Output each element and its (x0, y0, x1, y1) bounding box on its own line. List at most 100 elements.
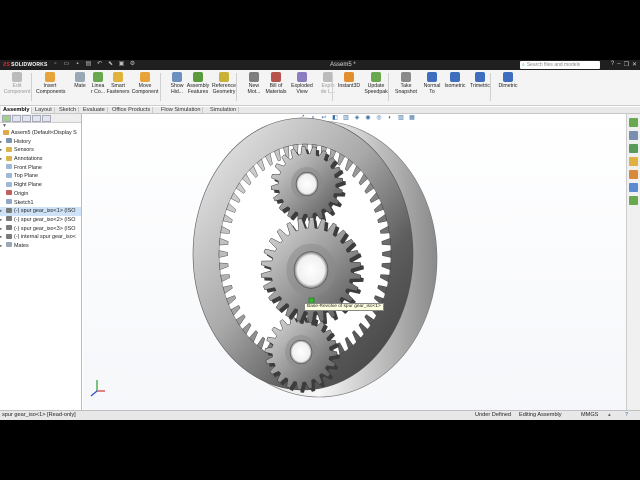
ribbon-button-assembly-features[interactable]: Assembly Features (184, 72, 212, 104)
gear-assembly-model (192, 117, 438, 398)
expand-arrow-icon[interactable]: ▸ (0, 216, 2, 225)
tree-item[interactable]: Top Plane (0, 172, 81, 181)
ribbon-button-label: Show Hid... (170, 83, 184, 95)
tab-sketch[interactable]: Sketch (57, 107, 80, 114)
feature-manager-tabs (0, 114, 81, 123)
tree-root[interactable]: Assem5 (Default<Display S (0, 129, 81, 138)
dimxpert-tab-icon[interactable] (32, 115, 41, 122)
tree-item[interactable]: ▸ (-) spur gear_iso<1> (ISO (0, 207, 81, 216)
save-icon[interactable]: ▪ (74, 61, 81, 68)
ribbon-button-update-speedpak[interactable]: Update Speedpak (362, 72, 390, 104)
new-document-icon[interactable]: ▫ (52, 61, 59, 68)
property-manager-tab-icon[interactable] (12, 115, 21, 122)
ribbon-button-label: Bill of Materials (265, 83, 287, 95)
graphics-area[interactable]: ⤢ ⌕ ↩ ◧ ▥ ◈ ◉ ◎ ◐ ▨ ▦ (83, 114, 626, 410)
undo-icon[interactable]: ↶ (96, 61, 103, 68)
ribbon-button-label: Reference Geometry (212, 83, 236, 95)
tree-item[interactable]: ▸ (-) spur gear_iso<2> (ISO (0, 216, 81, 225)
expand-arrow-icon[interactable]: ▸ (0, 242, 2, 251)
ribbon-button-isometric[interactable]: Isometric (441, 72, 469, 104)
solidworks-resources-icon[interactable] (629, 118, 638, 127)
custom-properties-icon[interactable] (629, 183, 638, 192)
ribbon-button-label: Trimetric (470, 83, 490, 89)
view-palette-icon[interactable] (629, 157, 638, 166)
units-dropdown-icon[interactable]: ▴ (608, 411, 611, 420)
file-explorer-icon[interactable] (629, 144, 638, 153)
ribbon-button-edit-component[interactable]: Edit Component (0, 72, 34, 104)
status-units[interactable]: MMGS (581, 411, 598, 420)
tab-evaluate[interactable]: Evaluate (81, 107, 108, 114)
ribbon-button-take-snapshot[interactable]: Take Snapshot (392, 72, 420, 104)
select-icon[interactable]: ⬉ (107, 61, 114, 68)
expand-arrow-icon[interactable]: ▸ (0, 138, 2, 147)
expand-arrow-icon[interactable]: ▸ (0, 146, 2, 155)
ribbon-button-label: Update Speedpak (364, 83, 388, 95)
ribbon-button-smart-fasteners[interactable]: Smart Fasteners (104, 72, 132, 104)
tab-simulation[interactable]: Simulation (208, 107, 240, 114)
tree-item[interactable]: ▸ Sensors (0, 146, 81, 155)
sketch-icon (6, 199, 12, 204)
print-icon[interactable]: ▤ (85, 61, 92, 68)
open-icon[interactable]: ▭ (63, 61, 70, 68)
feature-tree-tab-icon[interactable] (2, 115, 11, 122)
ribbon-button-insert-components[interactable]: Insert Components (36, 72, 65, 104)
tree-item[interactable]: Origin (0, 190, 81, 199)
expand-arrow-icon[interactable]: ▸ (0, 233, 2, 242)
close-icon[interactable]: ✕ (632, 61, 637, 68)
tab-assembly[interactable]: Assembly (1, 107, 33, 114)
tab-office-products[interactable]: Office Products (110, 107, 154, 114)
tree-item[interactable]: Front Plane (0, 164, 81, 173)
search-placeholder: Search files and models (526, 62, 581, 68)
ribbon-button-instant3d[interactable]: Instant3D (335, 72, 363, 104)
expand-arrow-icon[interactable]: ▸ (0, 207, 2, 216)
tree-item-label: Sketch1 (14, 199, 34, 206)
document-title: Assem5 * (330, 61, 356, 68)
rebuild-icon[interactable]: ▣ (118, 61, 125, 68)
plane-icon (6, 181, 12, 187)
tree-item-label: Annotations (14, 156, 43, 163)
tree-item[interactable]: ▸ Mates (0, 242, 81, 251)
quick-access-toolbar: ▫ ▭ ▪ ▤ ↶ ⬉ ▣ ⚙ (52, 61, 136, 68)
new-motion-study-icon (249, 72, 259, 82)
ribbon-button-exploded-view[interactable]: Exploded View (288, 72, 316, 104)
status-bar: spur gear_iso<1> [Read-only] Under Defin… (0, 410, 640, 420)
tree-item-label: Front Plane (14, 164, 42, 171)
ribbon-button-label: Take Snapshot (395, 83, 417, 95)
move-component-icon (140, 72, 150, 82)
tree-item[interactable]: ▸ Annotations (0, 155, 81, 164)
tree-item[interactable]: Right Plane (0, 181, 81, 190)
search-input[interactable]: ⌕ Search files and models (520, 61, 600, 69)
tree-item[interactable]: Sketch1 (0, 199, 81, 208)
tree-item[interactable]: ▸ History (0, 138, 81, 147)
feature-manager-tree: ▼ Assem5 (Default<Display S ▸ History ▸ Sen… (0, 114, 82, 410)
tree-item-label: Right Plane (14, 182, 42, 189)
tree-item-label: History (14, 138, 31, 145)
options-icon[interactable]: ⚙ (129, 61, 136, 68)
expand-arrow-icon[interactable]: ▸ (0, 225, 2, 234)
ribbon-button-reference-geometry[interactable]: Reference Geometry (210, 72, 238, 104)
expand-arrow-icon[interactable]: ▸ (0, 155, 2, 164)
take-snapshot-icon (401, 72, 411, 82)
app-logo[interactable]: ƧSSOLIDWORKS (3, 62, 48, 68)
tree-item-label: (-) spur gear_iso<1> (ISO (14, 208, 76, 215)
tree-item[interactable]: ▸ (-) internal spur gear_iso< (0, 233, 81, 242)
ribbon-button-bill-of-materials[interactable]: Bill of Materials (262, 72, 290, 104)
minimize-icon[interactable]: – (617, 61, 620, 68)
ribbon-button-move-component[interactable]: Move Component (131, 72, 159, 104)
tab-flow-simulation[interactable]: Flow Simulation (159, 107, 204, 114)
help-status-icon[interactable]: ? (625, 411, 628, 420)
ribbon-separator (160, 73, 161, 101)
tab-layout[interactable]: Layout (33, 107, 55, 114)
restore-icon[interactable]: ❐ (624, 61, 629, 68)
tree-item[interactable]: ▸ (-) spur gear_iso<3> (ISO (0, 225, 81, 234)
help-icon[interactable]: ? (611, 61, 614, 68)
design-library-icon[interactable] (629, 131, 638, 140)
ribbon-button-label: Move Component (131, 83, 159, 95)
forum-icon[interactable] (629, 196, 638, 205)
ribbon-button-dimetric[interactable]: Dimetric (494, 72, 522, 104)
configuration-tab-icon[interactable] (22, 115, 31, 122)
display-manager-tab-icon[interactable] (42, 115, 51, 122)
ribbon-button-label: Smart Fasteners (106, 83, 130, 95)
appearances-icon[interactable] (629, 170, 638, 179)
assembly-icon (3, 129, 9, 135)
